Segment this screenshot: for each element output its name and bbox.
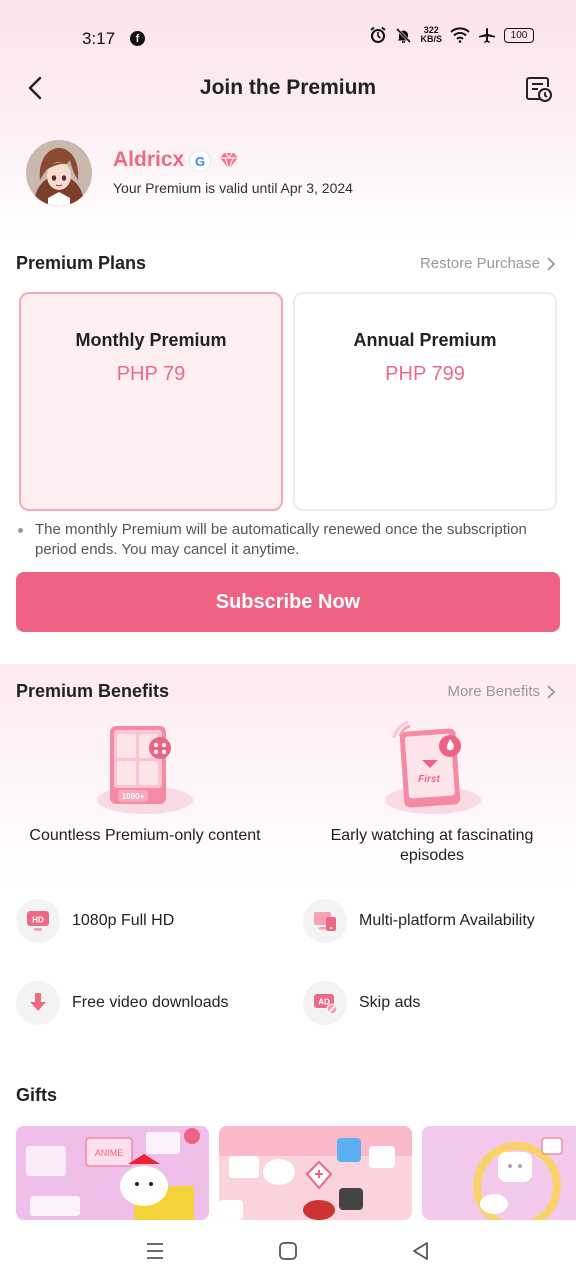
gift-banner-image — [219, 1126, 412, 1220]
feature-skip-ads: AD Skip ads — [303, 981, 420, 1025]
hd-icon: HD — [16, 899, 60, 943]
feature-label: 1080p Full HD — [72, 912, 175, 929]
gift-card[interactable] — [422, 1126, 576, 1220]
premium-benefits-title: Premium Benefits — [16, 681, 170, 701]
renewal-note-text: The monthly Premium will be automaticall… — [35, 521, 527, 558]
benefit-caption-early-watching: Early watching at fascinating episodes — [330, 827, 534, 864]
status-time: 3:17 — [82, 29, 116, 48]
alarm-icon — [370, 26, 387, 43]
user-profile: Aldricx G Your Premium is valid until Ap… — [26, 140, 546, 208]
feature-multi-platform: Multi-platform Availability — [303, 899, 535, 943]
purchase-history-icon[interactable] — [524, 74, 554, 104]
restore-purchase-label: Restore Purchase — [419, 255, 540, 272]
chevron-right-icon — [547, 684, 556, 699]
bullet-dot — [18, 528, 23, 533]
wifi-icon — [450, 27, 470, 43]
gift-banner-image: ANIME — [16, 1126, 209, 1220]
facebook-icon: f — [130, 31, 145, 46]
status-icons: 322 KB/S 100 — [369, 26, 534, 44]
multi-device-icon — [303, 899, 347, 943]
benefit-caption-premium-content: Countless Premium-only content — [29, 827, 261, 844]
download-icon — [16, 981, 60, 1025]
premium-diamond-icon — [220, 152, 238, 170]
home-icon[interactable] — [275, 1238, 301, 1264]
avatar[interactable] — [26, 140, 92, 206]
feature-downloads: Free video downloads — [16, 981, 229, 1025]
restore-purchase-link[interactable]: Restore Purchase — [420, 255, 556, 272]
more-benefits-link[interactable]: More Benefits — [447, 683, 556, 700]
content-count-badge: 1000+ — [122, 792, 145, 801]
plan-card-monthly[interactable]: Monthly Premium PHP 79 — [19, 292, 283, 511]
bell-off-icon — [396, 27, 412, 43]
plan-name: Monthly Premium — [75, 330, 227, 350]
menu-icon[interactable] — [142, 1238, 168, 1264]
feature-label: Free video downloads — [72, 994, 229, 1011]
page-title: Join the Premium — [199, 76, 377, 99]
back-triangle-icon[interactable] — [408, 1238, 434, 1264]
airplane-icon — [479, 28, 495, 43]
premium-plans-title: Premium Plans — [16, 253, 147, 273]
feature-label: Skip ads — [359, 994, 421, 1011]
network-speed: 322 KB/S — [420, 25, 442, 44]
svg-text:ANIME: ANIME — [95, 1148, 124, 1158]
gift-banner-image — [422, 1126, 576, 1220]
gift-card[interactable]: ANIME — [16, 1126, 209, 1220]
plan-name: Annual Premium — [353, 330, 497, 350]
premium-validity-text: Your Premium is valid until Apr 3, 2024 — [113, 180, 353, 196]
renewal-note: The monthly Premium will be automaticall… — [16, 520, 536, 560]
more-benefits-label: More Benefits — [447, 683, 540, 700]
feature-label: Multi-platform Availability — [359, 912, 535, 929]
status-bar: 3:17 f 322 KB/S 100 — [0, 24, 576, 54]
feature-full-hd: HD 1080p Full HD — [16, 899, 174, 943]
gift-card[interactable] — [219, 1126, 412, 1220]
plan-price: PHP 79 — [116, 363, 186, 385]
battery-icon: 100 — [504, 27, 534, 43]
subscribe-now-button[interactable]: Subscribe Now — [16, 572, 560, 632]
gifts-title: Gifts — [16, 1085, 58, 1105]
skip-ads-icon: AD — [303, 981, 347, 1025]
plan-price: PHP 799 — [385, 363, 465, 385]
premium-content-illustration-icon: 1000+ — [97, 726, 193, 814]
google-icon: G — [189, 150, 211, 172]
username: Aldricx — [113, 148, 185, 171]
app-header: Join the Premium — [0, 66, 576, 110]
early-access-illustration-icon: First — [385, 720, 481, 814]
plan-card-annual[interactable]: Annual Premium PHP 799 — [293, 292, 557, 511]
system-nav-bar — [0, 1220, 576, 1280]
first-badge: First — [418, 774, 440, 785]
svg-text:HD: HD — [32, 916, 44, 925]
chevron-right-icon — [547, 256, 556, 271]
